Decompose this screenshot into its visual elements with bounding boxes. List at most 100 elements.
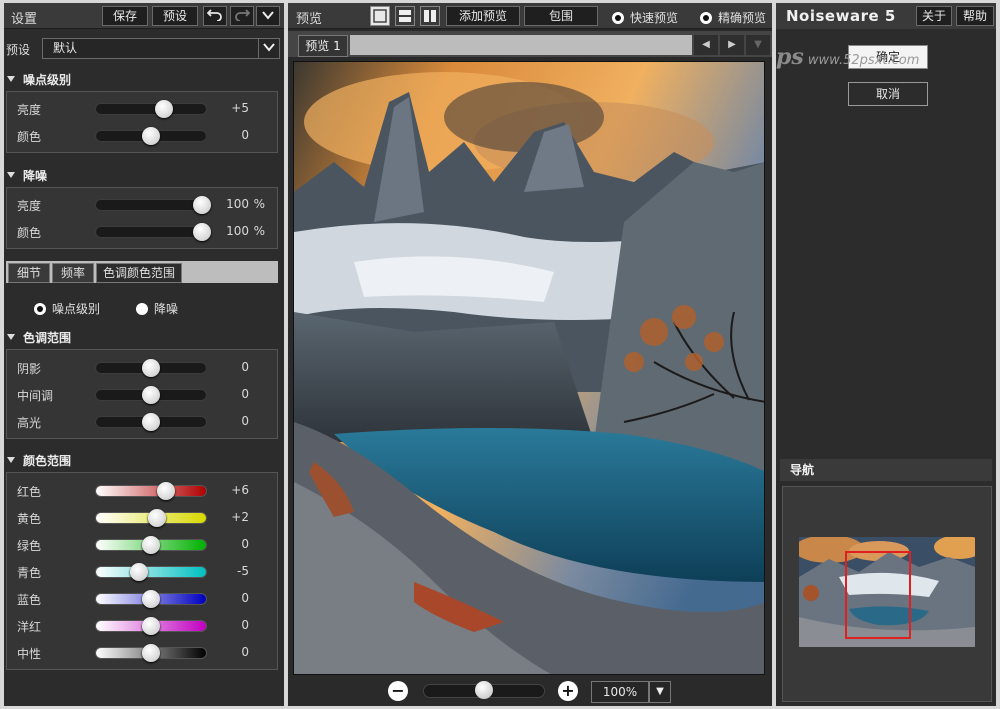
slider-label: 中性 (17, 647, 42, 661)
tab-detail[interactable]: 细节 (8, 263, 50, 283)
settings-title: 设置 (11, 12, 38, 27)
reduction-header-label: 降噪 (23, 169, 48, 183)
slider-knob[interactable] (142, 644, 160, 662)
slider-row: 高光 0 (7, 409, 277, 435)
noise-level-header-label: 噪点级别 (23, 73, 72, 87)
preview-panel: 预览 添加预览 包围 快速预览 精确预览 预览 1 ◀ ▶ ▼ − + 100%… (288, 3, 772, 706)
noise-level-radio[interactable]: 噪点级别 (34, 300, 100, 317)
slider-knob[interactable] (142, 617, 160, 635)
right-panel: Noiseware 5 关于 帮助 确定 取消 导航 (776, 3, 996, 706)
slider-knob[interactable] (142, 590, 160, 608)
highlights-slider[interactable] (95, 413, 207, 431)
reduction-header[interactable]: 降噪 (7, 167, 47, 184)
vertical-split-button[interactable] (420, 6, 440, 26)
undo-icon (206, 9, 222, 22)
slider-knob[interactable] (192, 223, 211, 241)
color-range-slider[interactable] (95, 590, 207, 608)
luminance-slider[interactable] (95, 100, 207, 118)
slider-row: 黄色 +2 (7, 505, 277, 531)
accurate-preview-radio[interactable]: 精确预览 (700, 9, 766, 26)
navigator-panel (782, 486, 992, 702)
slider-knob[interactable] (142, 359, 160, 377)
watermark: ps www.52psxt.com (776, 44, 936, 78)
shadows-slider[interactable] (95, 359, 207, 377)
slider-knob[interactable] (142, 536, 160, 554)
undo-button[interactable] (203, 6, 227, 26)
zoom-dropdown-button[interactable]: ▼ (649, 681, 671, 703)
tab-next-button[interactable]: ▶ (720, 35, 744, 55)
noise-level-group: 亮度 +5 颜色 0 (6, 91, 278, 153)
slider-row: 亮度 +5 (7, 96, 277, 122)
slider-knob[interactable] (147, 509, 166, 527)
slider-knob[interactable] (129, 563, 148, 581)
tab-tone-color-range[interactable]: 色调颜色范围 (96, 263, 182, 283)
chevron-down-icon (263, 43, 275, 52)
about-button[interactable]: 关于 (916, 6, 952, 26)
preview-image[interactable] (293, 61, 765, 675)
zoom-slider-knob[interactable] (475, 681, 493, 699)
zoom-select[interactable]: 100% (591, 681, 649, 703)
navigator-viewport-rect[interactable] (845, 551, 911, 639)
slider-row: 红色 +6 (7, 478, 277, 504)
color-reduction-slider[interactable] (95, 223, 211, 241)
slider-unit: % (253, 224, 265, 238)
right-toolbar: Noiseware 5 关于 帮助 (776, 3, 996, 29)
color-range-slider[interactable] (95, 536, 207, 554)
help-button[interactable]: 帮助 (956, 6, 994, 26)
add-preview-button[interactable]: 添加预览 (446, 6, 520, 26)
zoom-out-button[interactable]: − (388, 681, 408, 701)
preset-dropdown-button[interactable] (258, 38, 280, 59)
tone-range-header[interactable]: 色调范围 (7, 329, 71, 346)
zoom-in-button[interactable]: + (558, 681, 578, 701)
noise-level-header[interactable]: 噪点级别 (7, 71, 71, 88)
reduction-group: 亮度 100 % 颜色 100 % (6, 187, 278, 249)
vertical-split-icon (424, 10, 436, 22)
slider-value: 0 (241, 645, 249, 659)
more-menu-button[interactable] (256, 6, 280, 26)
tab-prev-button[interactable]: ◀ (694, 35, 718, 55)
slider-knob[interactable] (142, 413, 160, 431)
horizontal-split-button[interactable] (395, 6, 415, 26)
tab-frequency[interactable]: 频率 (52, 263, 94, 283)
navigator-thumbnail[interactable] (799, 537, 975, 647)
slider-knob[interactable] (155, 100, 174, 118)
radio-label: 噪点级别 (52, 302, 101, 316)
tab-preview-1[interactable]: 预览 1 (298, 35, 348, 57)
color-range-slider[interactable] (95, 509, 207, 527)
slider-label: 蓝色 (17, 593, 42, 607)
slider-knob[interactable] (142, 386, 160, 404)
fast-preview-radio[interactable]: 快速预览 (612, 9, 678, 26)
redo-button[interactable] (230, 6, 254, 26)
zoom-bar: − + 100% ▼ (288, 678, 772, 706)
watermark-url: www.52psxt.com (807, 53, 920, 68)
slider-row: 中性 0 (7, 640, 277, 666)
slider-value: 0 (241, 128, 249, 142)
color-range-slider[interactable] (95, 644, 207, 662)
ps-watermark-logo: ps (776, 44, 804, 70)
color-range-slider[interactable] (95, 563, 207, 581)
slider-knob[interactable] (142, 127, 160, 145)
color-range-header[interactable]: 颜色范围 (7, 452, 71, 469)
single-view-button[interactable] (370, 6, 390, 26)
luminance-reduction-slider[interactable] (95, 196, 211, 214)
radio-unselected-icon (136, 303, 148, 315)
color-range-slider[interactable] (95, 617, 207, 635)
tab-menu-button[interactable]: ▼ (746, 35, 770, 55)
radio-label: 降噪 (154, 302, 179, 316)
slider-knob[interactable] (192, 196, 211, 214)
reduction-radio[interactable]: 降噪 (136, 300, 178, 317)
slider-value: 100 (226, 197, 249, 211)
tone-range-header-label: 色调范围 (23, 331, 72, 345)
preset-select[interactable]: 默认 (42, 38, 260, 59)
color-slider[interactable] (95, 127, 207, 145)
cancel-button[interactable]: 取消 (848, 82, 928, 106)
slider-row: 洋红 0 (7, 613, 277, 639)
envelope-button[interactable]: 包围 (524, 6, 598, 26)
midtones-slider[interactable] (95, 386, 207, 404)
color-range-slider[interactable] (95, 482, 207, 500)
radio-label: 快速预览 (630, 11, 679, 25)
save-button[interactable]: 保存 (102, 6, 148, 26)
slider-knob[interactable] (157, 482, 176, 500)
preset-button[interactable]: 预设 (152, 6, 198, 26)
zoom-slider[interactable] (423, 681, 545, 699)
